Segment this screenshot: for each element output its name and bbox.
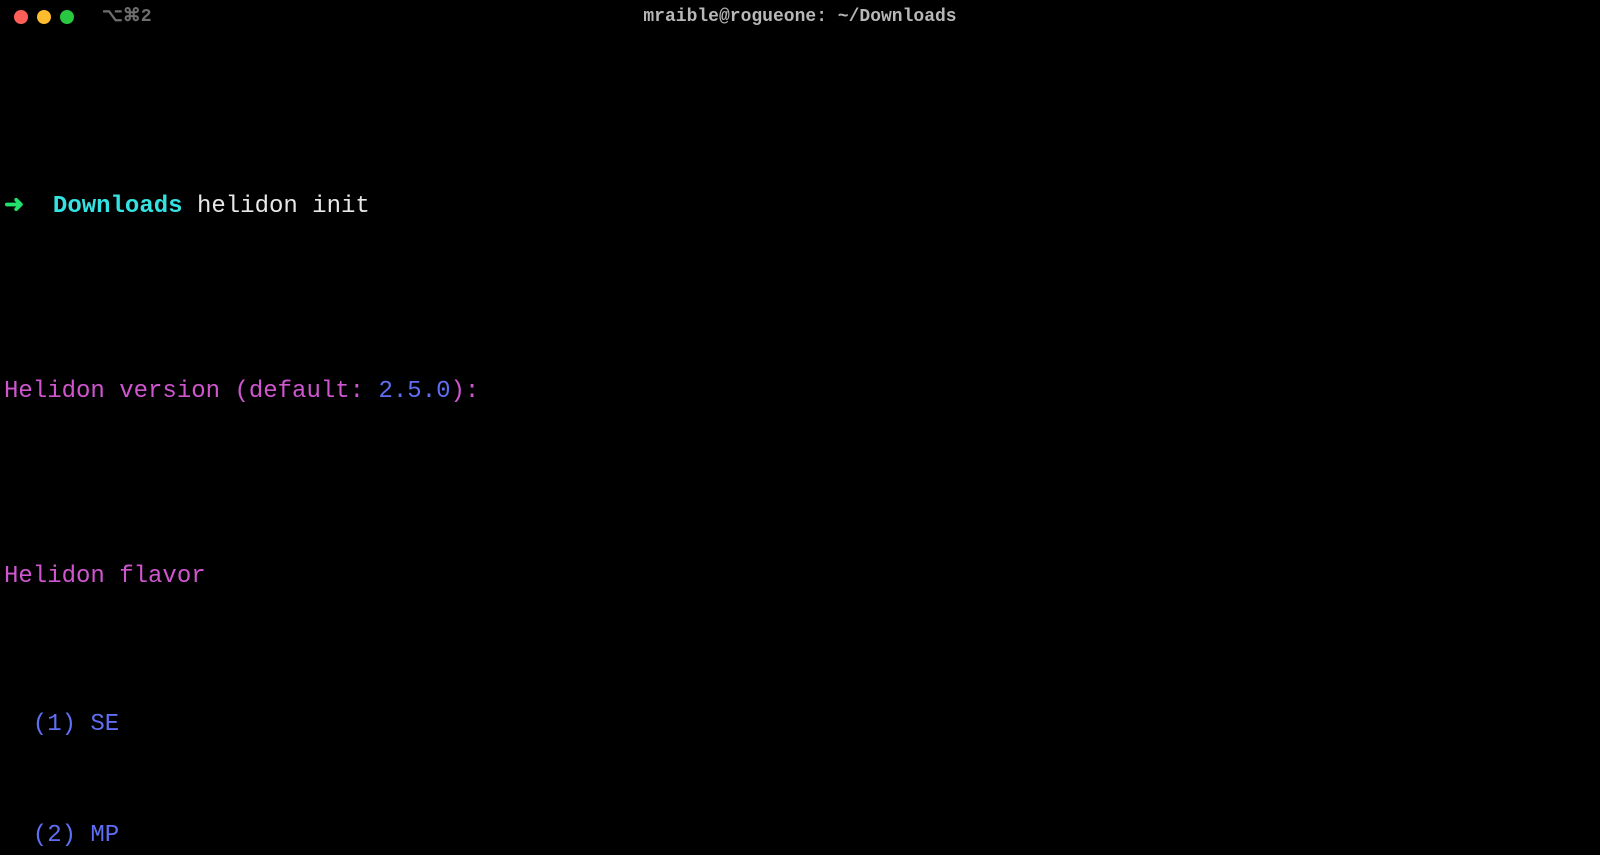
close-window-button[interactable]: [14, 10, 28, 24]
prompt-line: ➜ Downloads helidon init: [4, 188, 1596, 225]
command-input: helidon init: [183, 193, 370, 220]
window-title: mraible@rogueone: ~/Downloads: [0, 0, 1600, 36]
prompt-question-version: Helidon version (default: 2.5.0):: [4, 373, 1596, 410]
option-flavor-2: (2) MP: [4, 817, 1596, 854]
prompt-arrow-icon: ➜: [4, 193, 24, 220]
option-flavor-1: (1) SE: [4, 706, 1596, 743]
traffic-lights: [14, 10, 74, 24]
minimize-window-button[interactable]: [37, 10, 51, 24]
prompt-question-flavor: Helidon flavor: [4, 558, 1596, 595]
title-bar: ⌥⌘2 mraible@rogueone: ~/Downloads: [0, 0, 1600, 34]
terminal-output[interactable]: ➜ Downloads helidon init Helidon version…: [0, 34, 1600, 855]
zoom-window-button[interactable]: [60, 10, 74, 24]
cwd: Downloads: [24, 193, 182, 220]
tab-shortcut-hint: ⌥⌘2: [102, 0, 152, 36]
